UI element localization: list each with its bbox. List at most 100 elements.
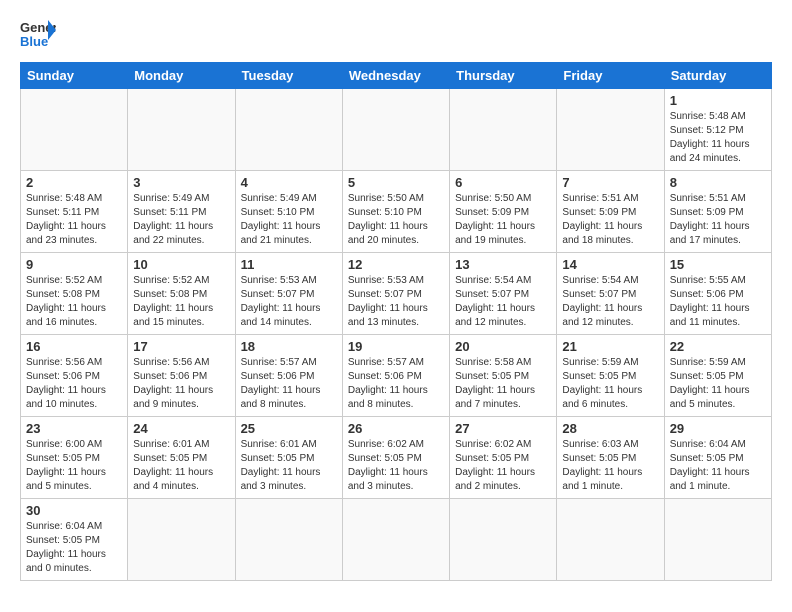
calendar-cell: 10Sunrise: 5:52 AM Sunset: 5:08 PM Dayli… [128,253,235,335]
svg-text:Blue: Blue [20,34,48,49]
calendar-cell: 6 Sunrise: 5:50 AM Sunset: 5:09 PM Daylig… [450,171,557,253]
calendar-cell [450,499,557,581]
calendar-cell: 28 Sunrise: 6:03 AM Sunset: 5:05 PM Dayli… [557,417,664,499]
calendar-cell [235,89,342,171]
calendar-cell: 13 Sunrise: 5:54 AM Sunset: 5:07 PM Dayli… [450,253,557,335]
calendar-cell [342,89,449,171]
calendar-cell: 21 Sunrise: 5:59 AM Sunset: 5:05 PM Dayli… [557,335,664,417]
day-number: 15 [670,257,766,272]
cell-info: Sunrise: 5:59 AM Sunset: 5:05 PM Dayligh… [670,356,766,412]
calendar-cell: 7 Sunrise: 5:51 AM Sunset: 5:09 PM Daylig… [557,171,664,253]
day-header-friday: Friday [557,63,664,89]
cell-info: Sunrise: 5:56 AM Sunset: 5:06 PM Dayligh… [26,356,122,412]
cell-info: Sunrise: 6:04 AM Sunset: 5:05 PM Dayligh… [26,520,122,576]
day-header-tuesday: Tuesday [235,63,342,89]
cell-info: Sunrise: 5:49 AM Sunset: 5:10 PM Dayligh… [241,192,337,248]
day-number: 8 [670,175,766,190]
calendar-cell: 19Sunrise: 5:57 AM Sunset: 5:06 PM Dayli… [342,335,449,417]
cell-info: Sunrise: 5:56 AM Sunset: 5:06 PM Dayligh… [133,356,229,412]
cell-info: Sunrise: 5:48 AM Sunset: 5:11 PM Dayligh… [26,192,122,248]
calendar-cell: 3 Sunrise: 5:49 AM Sunset: 5:11 PM Daylig… [128,171,235,253]
day-number: 30 [26,503,122,518]
day-number: 5 [348,175,444,190]
calendar-cell: 24 Sunrise: 6:01 AM Sunset: 5:05 PM Dayli… [128,417,235,499]
day-number: 1 [670,93,766,108]
cell-info: Sunrise: 5:52 AM Sunset: 5:08 PM Dayligh… [26,274,122,330]
calendar-cell: 22 Sunrise: 5:59 AM Sunset: 5:05 PM Dayli… [664,335,771,417]
day-number: 27 [455,421,551,436]
cell-info: Sunrise: 6:02 AM Sunset: 5:05 PM Dayligh… [348,438,444,494]
calendar-cell: 1Sunrise: 5:48 AM Sunset: 5:12 PM Daylig… [664,89,771,171]
cell-info: Sunrise: 6:01 AM Sunset: 5:05 PM Dayligh… [133,438,229,494]
calendar-cell [557,499,664,581]
day-number: 7 [562,175,658,190]
cell-info: Sunrise: 6:01 AM Sunset: 5:05 PM Dayligh… [241,438,337,494]
day-number: 4 [241,175,337,190]
day-number: 6 [455,175,551,190]
day-number: 17 [133,339,229,354]
day-header-thursday: Thursday [450,63,557,89]
cell-info: Sunrise: 5:54 AM Sunset: 5:07 PM Dayligh… [455,274,551,330]
calendar-body: 1Sunrise: 5:48 AM Sunset: 5:12 PM Daylig… [21,89,772,581]
calendar-cell: 8Sunrise: 5:51 AM Sunset: 5:09 PM Daylig… [664,171,771,253]
calendar-cell: 16 Sunrise: 5:56 AM Sunset: 5:06 PM Dayli… [21,335,128,417]
cell-info: Sunrise: 5:54 AM Sunset: 5:07 PM Dayligh… [562,274,658,330]
cell-info: Sunrise: 5:50 AM Sunset: 5:10 PM Dayligh… [348,192,444,248]
calendar-cell [664,499,771,581]
cell-info: Sunrise: 5:49 AM Sunset: 5:11 PM Dayligh… [133,192,229,248]
day-number: 19 [348,339,444,354]
calendar-cell: 25 Sunrise: 6:01 AM Sunset: 5:05 PM Dayli… [235,417,342,499]
calendar-cell: 17 Sunrise: 5:56 AM Sunset: 5:06 PM Dayli… [128,335,235,417]
calendar-cell [128,499,235,581]
calendar-cell [128,89,235,171]
cell-info: Sunrise: 5:50 AM Sunset: 5:09 PM Dayligh… [455,192,551,248]
day-number: 13 [455,257,551,272]
day-number: 14 [562,257,658,272]
day-header-monday: Monday [128,63,235,89]
calendar-cell: 11Sunrise: 5:53 AM Sunset: 5:07 PM Dayli… [235,253,342,335]
cell-info: Sunrise: 5:59 AM Sunset: 5:05 PM Dayligh… [562,356,658,412]
calendar-cell: 29 Sunrise: 6:04 AM Sunset: 5:05 PM Dayli… [664,417,771,499]
cell-info: Sunrise: 5:53 AM Sunset: 5:07 PM Dayligh… [348,274,444,330]
cell-info: Sunrise: 6:04 AM Sunset: 5:05 PM Dayligh… [670,438,766,494]
calendar-cell [342,499,449,581]
calendar-cell: 14 Sunrise: 5:54 AM Sunset: 5:07 PM Dayli… [557,253,664,335]
calendar-table: SundayMondayTuesdayWednesdayThursdayFrid… [20,62,772,581]
cell-info: Sunrise: 6:03 AM Sunset: 5:05 PM Dayligh… [562,438,658,494]
day-header-saturday: Saturday [664,63,771,89]
week-row-3: 16 Sunrise: 5:56 AM Sunset: 5:06 PM Dayli… [21,335,772,417]
day-number: 3 [133,175,229,190]
cell-info: Sunrise: 6:00 AM Sunset: 5:05 PM Dayligh… [26,438,122,494]
calendar-cell: 5 Sunrise: 5:50 AM Sunset: 5:10 PM Daylig… [342,171,449,253]
day-number: 22 [670,339,766,354]
week-row-5: 30 Sunrise: 6:04 AM Sunset: 5:05 PM Dayli… [21,499,772,581]
day-header-sunday: Sunday [21,63,128,89]
day-number: 24 [133,421,229,436]
day-number: 23 [26,421,122,436]
day-number: 12 [348,257,444,272]
calendar-cell: 30 Sunrise: 6:04 AM Sunset: 5:05 PM Dayli… [21,499,128,581]
calendar-cell: 12 Sunrise: 5:53 AM Sunset: 5:07 PM Dayli… [342,253,449,335]
day-header-wednesday: Wednesday [342,63,449,89]
day-number: 25 [241,421,337,436]
day-number: 26 [348,421,444,436]
day-number: 29 [670,421,766,436]
week-row-4: 23 Sunrise: 6:00 AM Sunset: 5:05 PM Dayli… [21,417,772,499]
calendar-cell [450,89,557,171]
calendar-cell: 4 Sunrise: 5:49 AM Sunset: 5:10 PM Daylig… [235,171,342,253]
calendar-cell: 9Sunrise: 5:52 AM Sunset: 5:08 PM Daylig… [21,253,128,335]
calendar-cell [21,89,128,171]
calendar-cell: 15Sunrise: 5:55 AM Sunset: 5:06 PM Dayli… [664,253,771,335]
calendar-cell: 2Sunrise: 5:48 AM Sunset: 5:11 PM Daylig… [21,171,128,253]
calendar-cell: 23 Sunrise: 6:00 AM Sunset: 5:05 PM Dayli… [21,417,128,499]
day-number: 21 [562,339,658,354]
logo: General Blue [20,16,56,52]
calendar-cell: 26 Sunrise: 6:02 AM Sunset: 5:05 PM Dayli… [342,417,449,499]
days-header-row: SundayMondayTuesdayWednesdayThursdayFrid… [21,63,772,89]
cell-info: Sunrise: 5:51 AM Sunset: 5:09 PM Dayligh… [562,192,658,248]
calendar-cell: 27Sunrise: 6:02 AM Sunset: 5:05 PM Dayli… [450,417,557,499]
day-number: 28 [562,421,658,436]
cell-info: Sunrise: 5:58 AM Sunset: 5:05 PM Dayligh… [455,356,551,412]
cell-info: Sunrise: 5:52 AM Sunset: 5:08 PM Dayligh… [133,274,229,330]
day-number: 16 [26,339,122,354]
